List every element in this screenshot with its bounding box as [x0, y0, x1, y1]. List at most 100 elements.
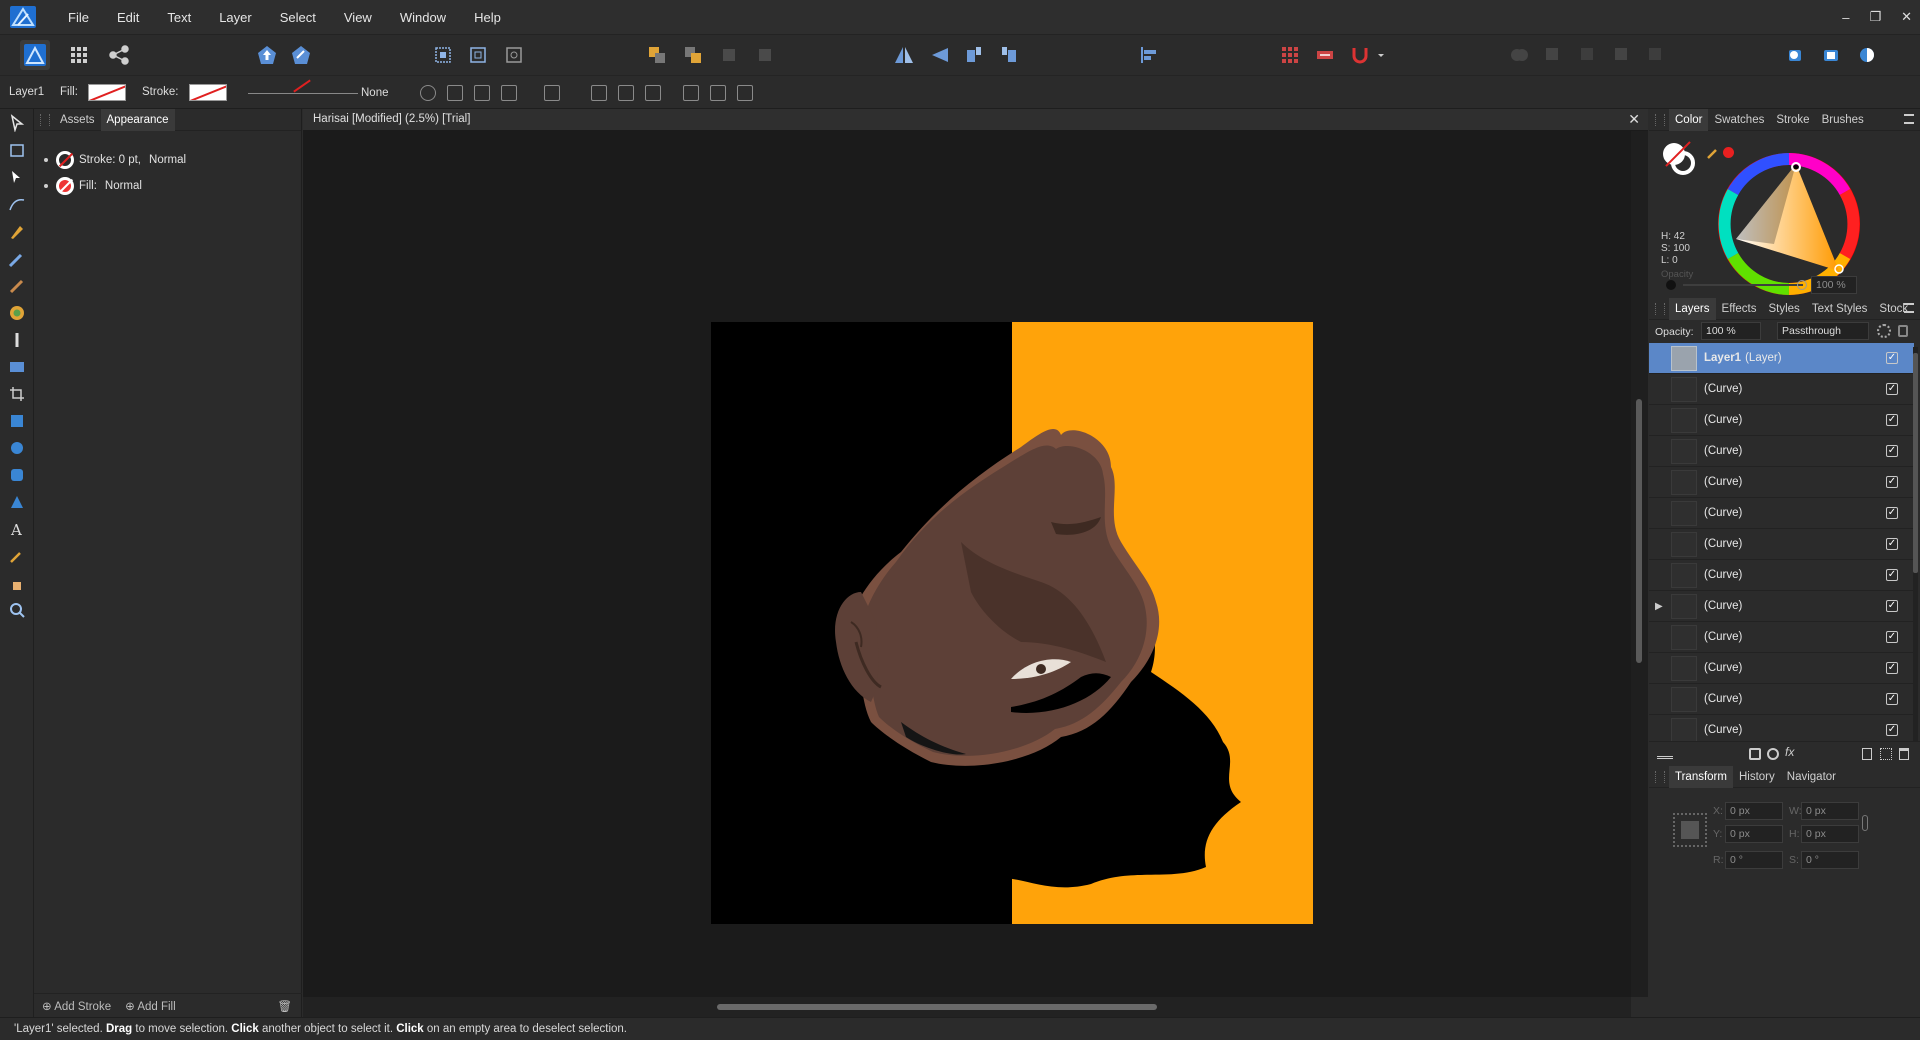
group-icon[interactable]: [1880, 748, 1892, 760]
align-center-ctx-icon[interactable]: [618, 85, 634, 101]
arrange-top-button[interactable]: [754, 44, 776, 66]
insert-top-button[interactable]: [1820, 44, 1842, 66]
stroke-swatch[interactable]: [189, 84, 227, 101]
tab-styles[interactable]: Styles: [1762, 298, 1805, 320]
gear-icon[interactable]: [1877, 324, 1891, 338]
rotate-left-button[interactable]: [963, 44, 985, 66]
add-layer-icon[interactable]: [1862, 748, 1872, 760]
tab-text-styles[interactable]: Text Styles: [1806, 298, 1874, 320]
geometry-button[interactable]: [290, 44, 312, 66]
stroke-width-slider[interactable]: [248, 79, 358, 94]
tab-brushes[interactable]: Brushes: [1816, 109, 1870, 131]
align-bottom-ctx-icon[interactable]: [737, 85, 753, 101]
tab-assets[interactable]: Assets: [54, 109, 101, 131]
align-right-ctx-icon[interactable]: [645, 85, 661, 101]
layer-row[interactable]: (Curve) ✓: [1649, 467, 1914, 498]
menu-layer[interactable]: Layer: [205, 10, 266, 25]
view-tool[interactable]: [8, 574, 26, 592]
shear-field[interactable]: 0 °: [1801, 851, 1859, 869]
arrange-forward-button[interactable]: [682, 44, 704, 66]
minimize-button[interactable]: –: [1842, 10, 1849, 25]
close-document-icon[interactable]: ✕: [1628, 111, 1640, 128]
layer-row[interactable]: (Curve) ✓: [1649, 498, 1914, 529]
visibility-checkbox[interactable]: ✓: [1886, 600, 1898, 612]
visibility-checkbox[interactable]: ✓: [1886, 383, 1898, 395]
layers-scrollbar[interactable]: [1913, 347, 1918, 742]
fill-tool[interactable]: [8, 304, 26, 322]
menu-help[interactable]: Help: [460, 10, 515, 25]
y-field[interactable]: 0 px: [1725, 825, 1783, 843]
visibility-checkbox[interactable]: ✓: [1886, 538, 1898, 550]
ellipse-tool[interactable]: [8, 439, 26, 457]
appearance-stroke-row[interactable]: Stroke: 0 pt, Normal: [44, 150, 186, 170]
fx-icon[interactable]: fx: [1785, 745, 1794, 759]
fill-swatch[interactable]: [88, 84, 126, 101]
pixel-persona-button[interactable]: [68, 44, 90, 66]
restore-button[interactable]: ❐: [1869, 9, 1881, 25]
snapping-grid-button[interactable]: [1279, 44, 1301, 66]
color-picker-tool[interactable]: [8, 547, 26, 565]
vertical-scrollbar[interactable]: [1631, 131, 1648, 997]
rounded-rectangle-tool[interactable]: [8, 466, 26, 484]
blend-mode-select[interactable]: Passthrough: [1777, 322, 1869, 340]
trash-icon[interactable]: 🗑: [277, 999, 292, 1013]
node-tool[interactable]: [8, 169, 26, 187]
link-icon[interactable]: [1862, 815, 1868, 831]
align-middle-ctx-icon[interactable]: [710, 85, 726, 101]
x-field[interactable]: 0 px: [1725, 802, 1783, 820]
layer-row[interactable]: (Curve) ✓: [1649, 715, 1914, 741]
text-tool[interactable]: A: [8, 520, 26, 538]
rotate-right-button[interactable]: [998, 44, 1020, 66]
flip-vertical-button[interactable]: [928, 44, 950, 66]
align-top-ctx-icon[interactable]: [683, 85, 699, 101]
layer-row[interactable]: (Curve) ✓: [1649, 560, 1914, 591]
menu-edit[interactable]: Edit: [103, 10, 153, 25]
panel-grip-icon[interactable]: [1655, 113, 1665, 126]
insert-inside-button[interactable]: [1856, 44, 1878, 66]
vector-brush-tool[interactable]: [8, 277, 26, 295]
horizontal-scrollbar[interactable]: [303, 997, 1631, 1017]
menu-window[interactable]: Window: [386, 10, 460, 25]
transform-origin-button[interactable]: [467, 44, 489, 66]
export-persona-button[interactable]: [108, 44, 130, 66]
flip-horizontal-button[interactable]: [893, 44, 915, 66]
rotation-field[interactable]: 0 °: [1725, 851, 1783, 869]
visibility-checkbox[interactable]: ✓: [1886, 724, 1898, 736]
visibility-checkbox[interactable]: ✓: [1886, 569, 1898, 581]
visibility-checkbox[interactable]: ✓: [1886, 414, 1898, 426]
layer-row[interactable]: (Curve) ✓: [1649, 622, 1914, 653]
layers-scroll-thumb[interactable]: [1913, 353, 1918, 573]
h-field[interactable]: 0 px: [1801, 825, 1859, 843]
boolean-subtract-button[interactable]: [1542, 44, 1564, 66]
appearance-fill-row[interactable]: Fill: Normal: [44, 176, 142, 196]
artboard-tool[interactable]: [8, 141, 26, 159]
menu-text[interactable]: Text: [153, 10, 205, 25]
visibility-checkbox[interactable]: ✓: [1886, 693, 1898, 705]
document-title[interactable]: Harisai [Modified] (2.5%) [Trial]: [313, 113, 470, 125]
node-select-icon[interactable]: [474, 85, 490, 101]
panel-menu-icon[interactable]: [1904, 114, 1914, 124]
snapping-options-button[interactable]: [1314, 44, 1336, 66]
horizontal-scroll-thumb[interactable]: [717, 1004, 1157, 1010]
boolean-intersect-button[interactable]: [1577, 44, 1599, 66]
layer-opacity-field[interactable]: 100 %: [1701, 322, 1761, 340]
transform-box-button[interactable]: [503, 44, 525, 66]
pen-tool[interactable]: [8, 223, 26, 241]
point-transform-tool[interactable]: [8, 196, 26, 214]
close-window-button[interactable]: ✕: [1901, 9, 1912, 25]
tab-appearance[interactable]: Appearance: [100, 108, 175, 131]
tab-transform[interactable]: Transform: [1669, 765, 1733, 788]
layer-row[interactable]: (Curve) ✓: [1649, 529, 1914, 560]
boolean-xor-button[interactable]: [1611, 44, 1633, 66]
tab-navigator[interactable]: Navigator: [1781, 766, 1842, 788]
transform-mode-icon[interactable]: [544, 85, 560, 101]
boolean-add-button[interactable]: [1508, 44, 1530, 66]
vertical-scroll-thumb[interactable]: [1636, 399, 1642, 663]
move-forward-button[interactable]: [256, 44, 278, 66]
layer-row[interactable]: ▶ (Curve) ✓: [1649, 591, 1914, 622]
fill-stroke-selector[interactable]: [1663, 141, 1695, 175]
align-left-ctx-icon[interactable]: [591, 85, 607, 101]
snap-bounds-button[interactable]: [432, 44, 454, 66]
opacity-slider[interactable]: [1683, 284, 1803, 286]
layers-stack-icon[interactable]: [1657, 747, 1673, 759]
